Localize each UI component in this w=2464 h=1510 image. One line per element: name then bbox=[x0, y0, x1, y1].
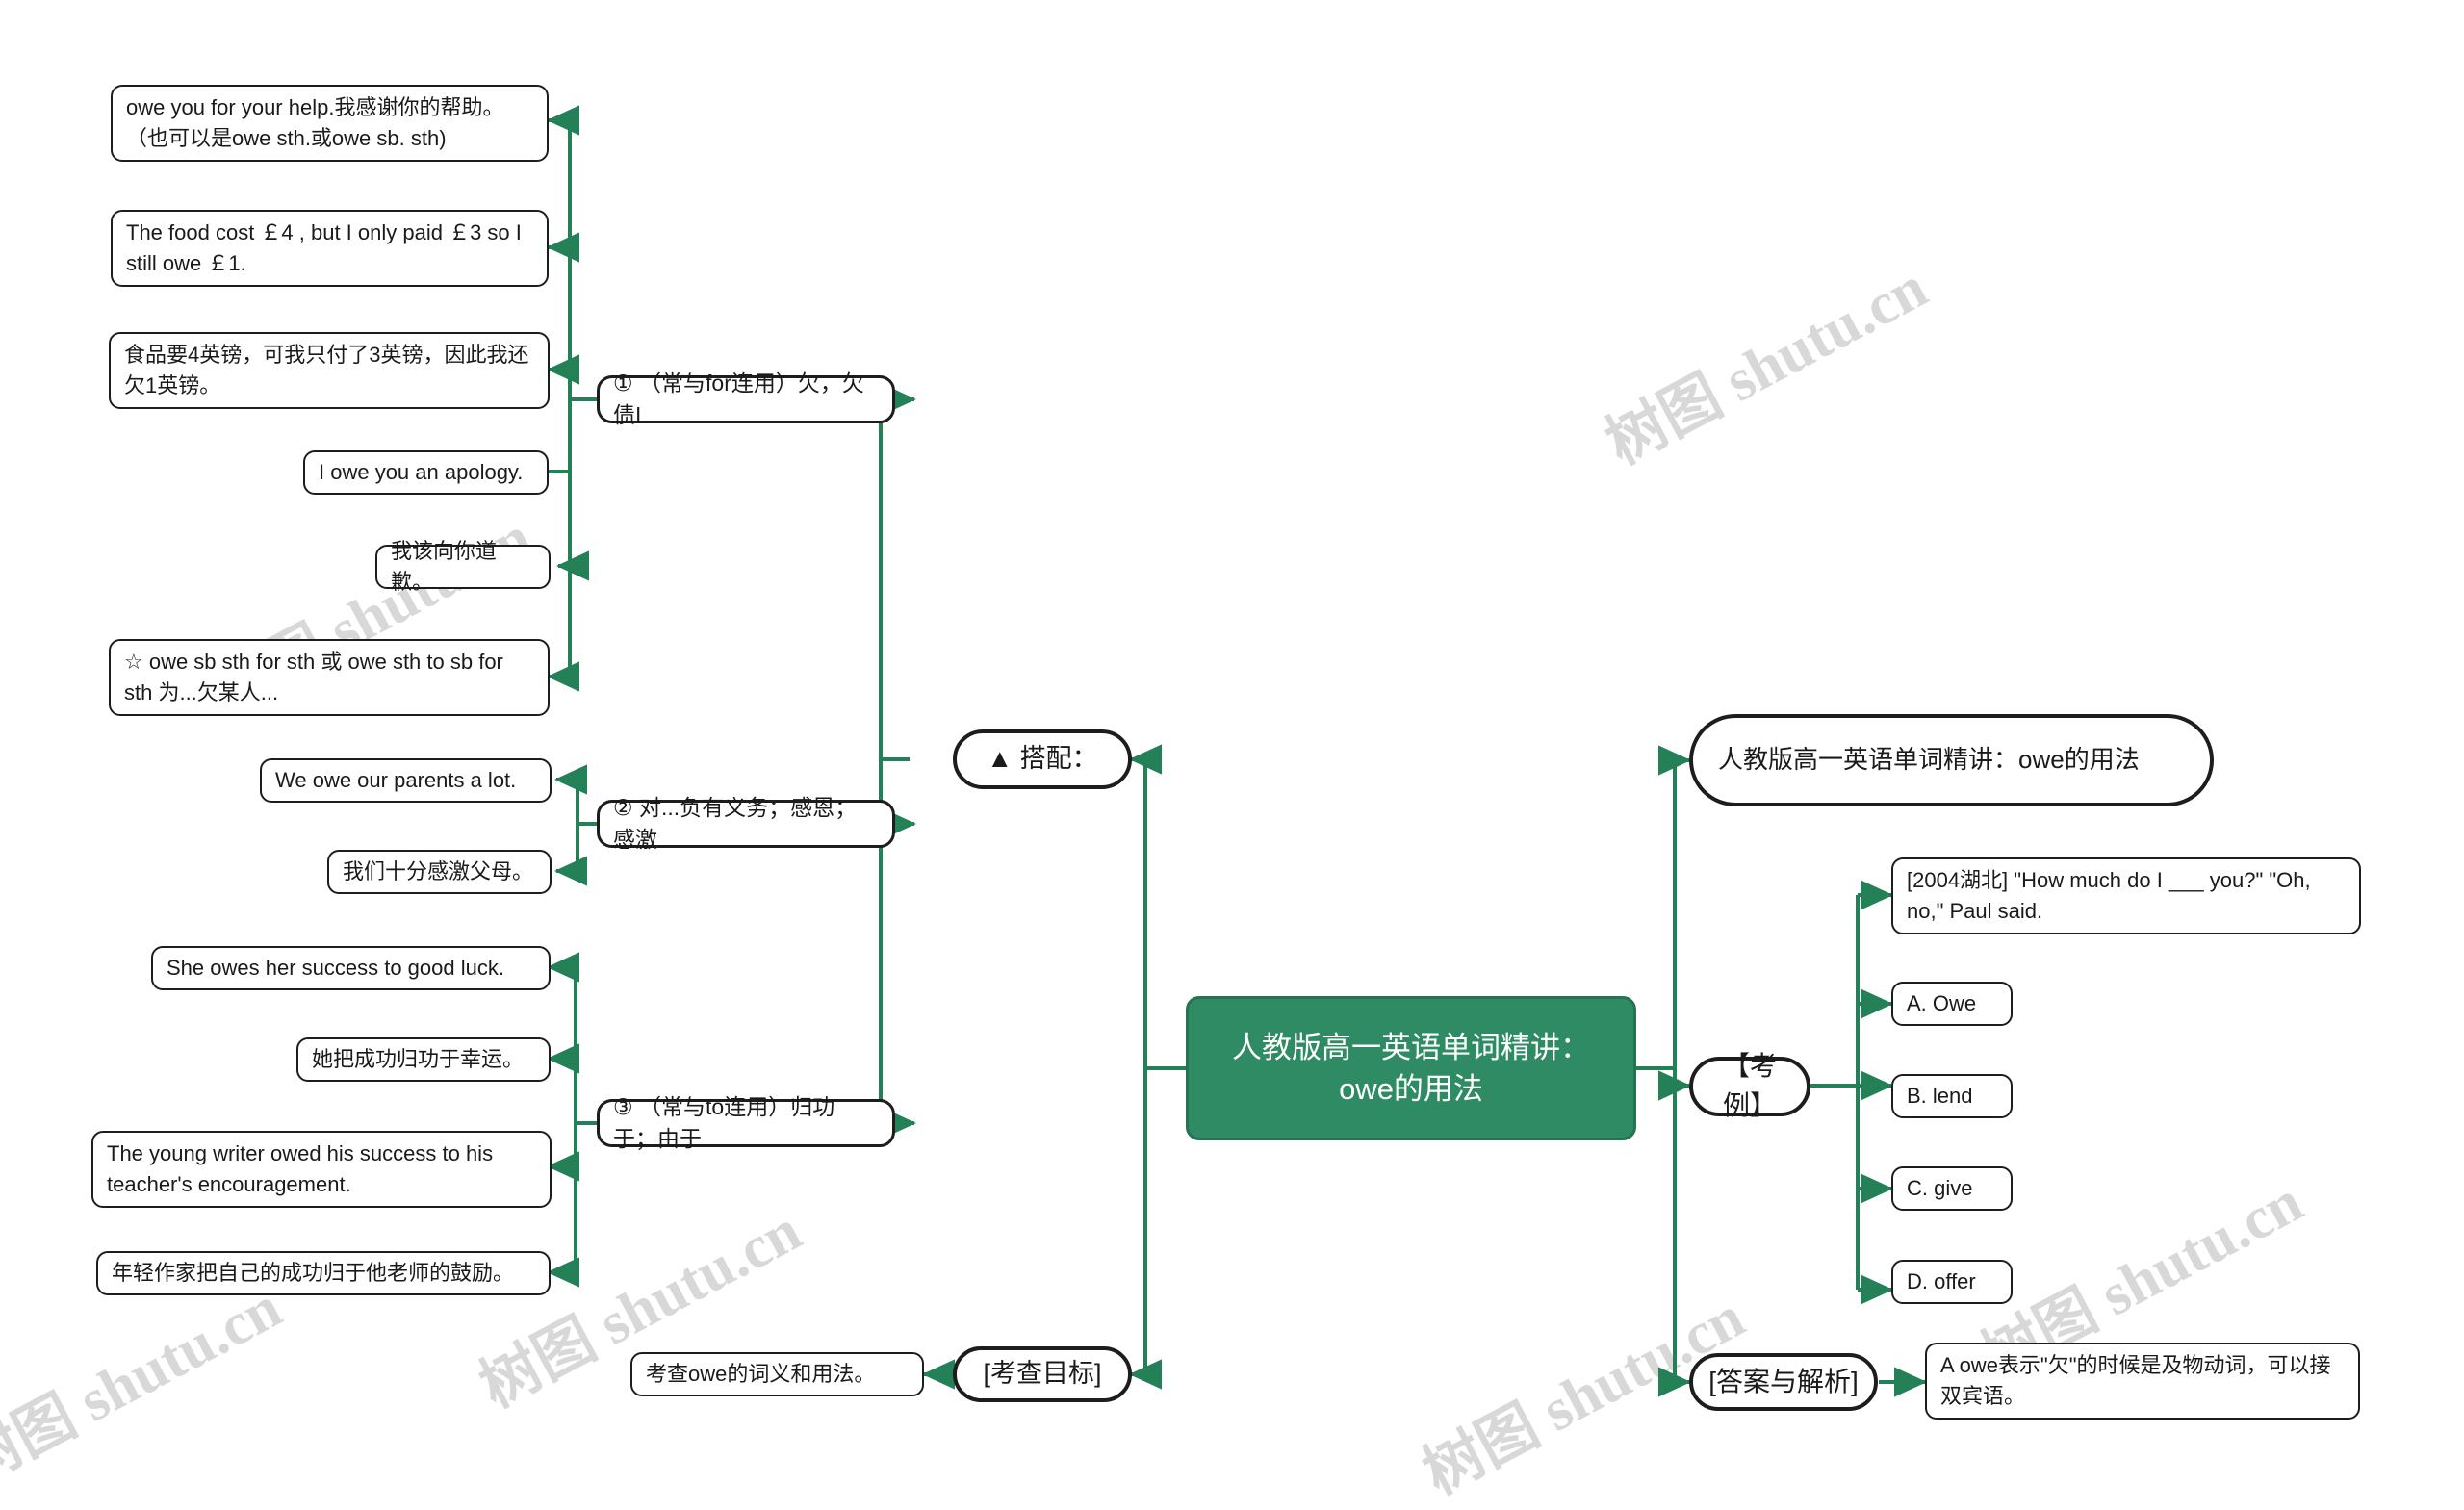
option-text: D. offer bbox=[1907, 1269, 1976, 1294]
sense-branch-3[interactable]: ③ （常与to连用）归功于；由于 bbox=[597, 1094, 895, 1151]
collocation-node[interactable]: ▲ 搭配： bbox=[953, 729, 1132, 789]
example-text: She owes her success to good luck. bbox=[167, 956, 504, 981]
answer-label: [答案与解析] bbox=[1708, 1366, 1859, 1396]
example-box[interactable]: 年轻作家把自己的成功归于他老师的鼓励。 bbox=[96, 1251, 551, 1295]
example-box[interactable]: She owes her success to good luck. bbox=[151, 946, 551, 990]
example-text: The food cost ￡4 , but I only paid ￡3 so… bbox=[126, 220, 522, 275]
sense-label: ② 对...负有义务；感恩；感激 bbox=[613, 794, 858, 852]
sense-label: ① （常与for连用）欠，欠债I bbox=[613, 370, 864, 427]
exam-case-label: 【考例】 bbox=[1722, 1051, 1777, 1120]
sense-branch-1[interactable]: ① （常与for连用）欠，欠债I bbox=[597, 371, 895, 427]
option-box-d[interactable]: D. offer bbox=[1891, 1260, 2013, 1304]
sense-branch-2[interactable]: ② 对...负有义务；感恩；感激 bbox=[597, 795, 895, 852]
example-box[interactable]: We owe our parents a lot. bbox=[260, 758, 552, 803]
exam-goal-label: [考查目标] bbox=[983, 1359, 1102, 1389]
option-text: A. Owe bbox=[1907, 991, 1977, 1016]
collocation-label: ▲ 搭配： bbox=[987, 744, 1098, 774]
example-text: 年轻作家把自己的成功归于他老师的鼓励。 bbox=[112, 1261, 515, 1286]
example-box[interactable]: I owe you an apology. bbox=[303, 450, 549, 495]
root-node[interactable]: 人教版高一英语单词精讲：owe的用法 bbox=[1186, 996, 1636, 1140]
answer-detail-box[interactable]: A owe表示"欠"的时候是及物动词，可以接双宾语。 bbox=[1925, 1343, 2360, 1420]
question-box[interactable]: [2004湖北] "How much do I ___ you?" "Oh, n… bbox=[1891, 857, 2361, 934]
exam-goal-detail-box[interactable]: 考查owe的词义和用法。 bbox=[630, 1352, 924, 1396]
sense-label: ③ （常与to连用）归功于；由于 bbox=[613, 1093, 835, 1151]
option-box-a[interactable]: A. Owe bbox=[1891, 982, 2013, 1026]
example-text: ☆ owe sb sth for sth 或 owe sth to sb for… bbox=[124, 650, 503, 704]
option-box-b[interactable]: B. lend bbox=[1891, 1074, 2013, 1118]
example-box[interactable]: 食品要4英镑，可我只付了3英镑，因此我还欠1英镑。 bbox=[109, 332, 550, 409]
example-box[interactable]: 我们十分感激父母。 bbox=[327, 850, 552, 894]
example-text: 她把成功归功于幸运。 bbox=[312, 1047, 525, 1072]
option-text: C. give bbox=[1907, 1176, 1973, 1201]
example-box[interactable]: The young writer owed his success to his… bbox=[91, 1131, 552, 1208]
example-box[interactable]: The food cost ￡4 , but I only paid ￡3 so… bbox=[111, 210, 549, 287]
question-text: [2004湖北] "How much do I ___ you?" "Oh, n… bbox=[1907, 868, 2311, 923]
exam-case-node[interactable]: 【考例】 bbox=[1689, 1051, 1810, 1120]
example-text: 我该向你道歉。 bbox=[391, 539, 498, 594]
exam-goal-node[interactable]: [考查目标] bbox=[953, 1346, 1132, 1402]
example-text: We owe our parents a lot. bbox=[275, 768, 517, 793]
right-title-node[interactable]: 人教版高一英语单词精讲：owe的用法 bbox=[1689, 714, 2214, 806]
example-text: 食品要4英镑，可我只付了3英镑，因此我还欠1英镑。 bbox=[124, 343, 529, 397]
example-text: 我们十分感激父母。 bbox=[343, 859, 534, 884]
example-text: owe you for your help.我感谢你的帮助。（也可以是owe s… bbox=[126, 95, 504, 150]
example-box[interactable]: 我该向你道歉。 bbox=[375, 539, 551, 594]
right-title-label: 人教版高一英语单词精讲：owe的用法 bbox=[1718, 745, 2140, 775]
exam-goal-detail-text: 考查owe的词义和用法。 bbox=[646, 1362, 876, 1387]
option-box-c[interactable]: C. give bbox=[1891, 1166, 2013, 1211]
root-label: 人教版高一英语单词精讲：owe的用法 bbox=[1232, 1030, 1590, 1106]
option-text: B. lend bbox=[1907, 1084, 1973, 1109]
example-text: I owe you an apology. bbox=[319, 460, 524, 485]
answer-node[interactable]: [答案与解析] bbox=[1689, 1353, 1878, 1411]
example-text: The young writer owed his success to his… bbox=[107, 1141, 494, 1196]
answer-detail-text: A owe表示"欠"的时候是及物动词，可以接双宾语。 bbox=[1940, 1353, 2331, 1408]
mindmap-canvas: 树图 shutu.cn 树图 shutu.cn 树图 shutu.cn 树图 s… bbox=[0, 0, 2464, 1507]
example-box[interactable]: ☆ owe sb sth for sth 或 owe sth to sb for… bbox=[109, 639, 550, 716]
example-box[interactable]: 她把成功归功于幸运。 bbox=[296, 1037, 551, 1082]
example-box[interactable]: owe you for your help.我感谢你的帮助。（也可以是owe s… bbox=[111, 85, 549, 162]
